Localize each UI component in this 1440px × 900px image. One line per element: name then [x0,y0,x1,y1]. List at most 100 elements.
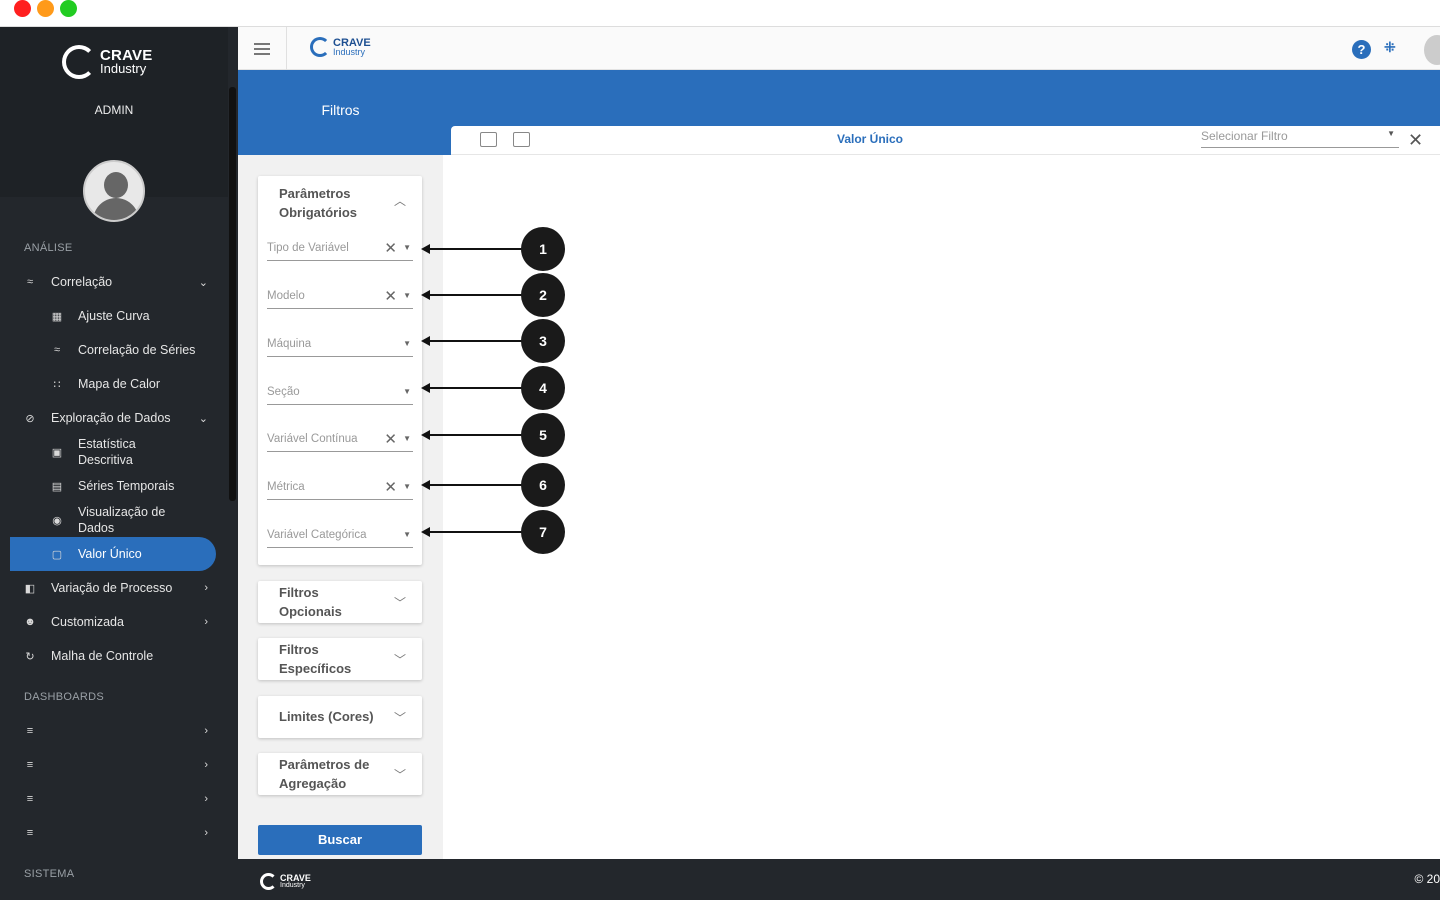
mandatory-params-title: Parâmetros Obrigatórios [279,186,358,220]
field-label: Variável Categórica [267,529,367,541]
single-value-icon: ▢ [51,548,63,561]
caret-down-icon[interactable]: ▼ [403,530,411,539]
chevron-right-icon: › [204,827,208,839]
dashboard-item-3[interactable]: ≡ › [0,782,228,816]
dashboard-item-1[interactable]: ≡ › [0,714,228,748]
chevron-right-icon: › [204,582,208,594]
topbar-logo[interactable]: CRAVE Industry [310,37,371,57]
sidebar-item-valor-unico[interactable]: ▢ Valor Único [10,537,216,571]
chevron-right-icon: › [204,759,208,771]
annotation-arrow-line [428,434,524,436]
export-csv-icon[interactable] [480,132,497,147]
chevron-down-icon: ⌄ [198,412,208,425]
minimize-window-button[interactable] [37,0,54,17]
field-label: Seção [267,386,300,398]
sidebar-item-correlacao[interactable]: ≈ Correlação ⌄ [0,265,228,299]
filter-group-1[interactable]: Filtros Opcionais ﹀ [258,581,422,623]
clear-icon[interactable]: ✕ [384,478,397,496]
filter-group-3[interactable]: Limites (Cores) ﹀ [258,696,422,738]
filter-field-1[interactable]: Tipo de Variável ✕ ▼ [267,237,413,261]
caret-down-icon[interactable]: ▼ [403,387,411,396]
sidebar-scrollbar[interactable] [229,87,236,501]
caret-down-icon[interactable]: ▼ [403,482,411,491]
field-label: Máquina [267,338,312,350]
crave-logo-icon [62,45,96,79]
filter-group-2[interactable]: Filtros Específicos ﹀ [258,638,422,680]
filter-field-4[interactable]: Seção ▼ [267,381,413,405]
field-label: Modelo [267,290,305,302]
caret-down-icon[interactable]: ▼ [403,339,411,348]
sidebar-item-correlacao-de-series[interactable]: ≈ Correlação de Séries [0,333,228,367]
arrow-left-icon [421,383,430,393]
annotation-arrow-line [428,531,524,533]
brand-sub: Industry [100,61,147,76]
sidebar-item-visualizacao-de-dados[interactable]: ◉ Visualização de Dados [0,503,228,537]
sidebar-item-label: Valor Único [78,547,142,561]
close-icon[interactable]: ✕ [1408,130,1423,151]
select-filter-dropdown[interactable]: Selecionar Filtro ▼ [1201,128,1399,148]
clear-icon[interactable]: ✕ [384,287,397,305]
clear-icon[interactable]: ✕ [384,239,397,257]
close-window-button[interactable] [14,0,31,17]
sidebar-item-label: Customizada [51,615,124,629]
search-button[interactable]: Buscar [258,825,422,855]
annotation-arrow-line [428,484,524,486]
heatmap-icon: ∷ [53,378,61,391]
dashboard-item-4[interactable]: ≡ › [0,816,228,850]
arrow-left-icon [421,527,430,537]
brand-name: CRAVE [280,873,311,883]
avatar[interactable] [83,160,145,222]
filter-field-3[interactable]: Máquina ▼ [267,333,413,357]
filter-group-title: Parâmetros de Agregação [279,757,370,791]
caret-down-icon[interactable]: ▼ [403,434,411,443]
dashboard-item-2[interactable]: ≡ › [0,748,228,782]
footer: CRAVE Industry © 20 [238,859,1440,900]
sidebar-item-series-temporais[interactable]: ▤ Séries Temporais [0,469,228,503]
chevron-up-icon[interactable]: ︿ [394,192,406,209]
statistics-icon: ▣ [51,446,63,459]
list-icon: ≡ [26,793,34,805]
filter-field-6[interactable]: Métrica ✕ ▼ [267,476,413,500]
crave-logo-icon [260,873,277,890]
arrow-left-icon [421,430,430,440]
caret-down-icon[interactable]: ▼ [403,291,411,300]
sidebar-item-exploracao-de-dados[interactable]: ⊘ Exploração de Dados ⌄ [0,401,228,435]
sidebar-item-customizada[interactable]: ☻ Customizada › [0,605,228,639]
help-icon[interactable]: ? [1352,40,1371,59]
sidebar-item-variacao-de-processo[interactable]: ◧ Variação de Processo › [0,571,228,605]
arrow-left-icon [421,244,430,254]
sidebar-item-estatistica-descritiva[interactable]: ▣ Estatística Descritiva [0,435,228,469]
chevron-right-icon: › [204,725,208,737]
mandatory-params-card: Parâmetros Obrigatórios ︿ [258,176,422,565]
sidebar-item-label: Estatística Descritiva [78,437,136,467]
sidebar-item-label: Séries Temporais [78,479,175,493]
chevron-down-icon: ﹀ [393,596,406,610]
clear-icon[interactable]: ✕ [384,430,397,448]
menu-icon[interactable] [254,43,270,55]
sidebar-item-mapa-de-calor[interactable]: ∷ Mapa de Calor [0,367,228,401]
avatar[interactable] [1424,35,1440,65]
brand-sub: Industry [333,46,366,57]
sidebar-item-malha-de-controle[interactable]: ↻ Malha de Controle [0,639,228,673]
filter-group-4[interactable]: Parâmetros de Agregação ﹀ [258,753,422,795]
filter-group-title: Filtros Opcionais [279,585,342,619]
filter-field-2[interactable]: Modelo ✕ ▼ [267,285,413,309]
sidebar-item-ajuste-curva[interactable]: ▦ Ajuste Curva [0,299,228,333]
export-image-icon[interactable] [513,132,530,147]
field-label: Variável Contínua [267,433,358,445]
filter-field-5[interactable]: Variável Contínua ✕ ▼ [267,428,413,452]
filter-field-7[interactable]: Variável Categórica ▼ [267,524,413,548]
sidebar-item-label: Correlação de Séries [78,343,196,357]
user-role: ADMIN [94,103,134,117]
annotation-badge: 5 [521,413,565,457]
annotation-badge: 7 [521,510,565,554]
annotation-badge: 4 [521,366,565,410]
copyright: © 20 [1414,872,1440,886]
fullscreen-exit-icon[interactable]: ⁜ [1384,39,1396,56]
process-variation-icon: ◧ [24,582,36,595]
maximize-window-button[interactable] [60,0,77,17]
filter-group-title: Limites (Cores) [279,709,374,724]
caret-down-icon[interactable]: ▼ [403,243,411,252]
annotation-badge: 2 [521,273,565,317]
annotation-arrow-line [428,340,524,342]
